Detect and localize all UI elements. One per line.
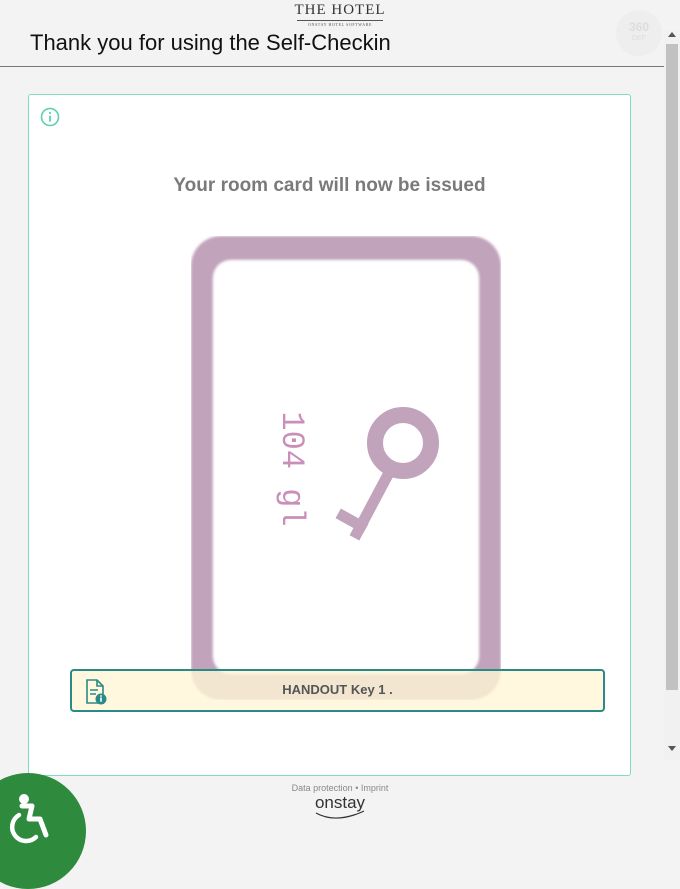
title-divider — [0, 66, 664, 67]
data-protection-link[interactable]: Data protection — [292, 783, 353, 793]
footer: Data protection • Imprint onstay — [0, 783, 680, 820]
onstay-logo: onstay — [314, 793, 366, 812]
scroll-thumb[interactable] — [666, 44, 678, 690]
handout-text: HANDOUT Key 1 . — [282, 682, 393, 697]
room-card-illustration: 104 gl — [191, 236, 501, 700]
handout-notice: HANDOUT Key 1 . — [70, 669, 605, 712]
checkin-panel: Your room card will now be issued 104 gl — [28, 94, 631, 776]
card-room-label: 104 gl — [273, 411, 310, 526]
info-circle-icon[interactable] — [40, 107, 60, 127]
badge-main: 360 — [628, 20, 650, 34]
corner-badge: 360 DEF — [616, 10, 662, 56]
card-face — [213, 260, 479, 674]
card-issue-message: Your room card will now be issued — [173, 175, 486, 196]
logo-divider — [297, 20, 383, 21]
logo-subtitle: ONSTAY HOTEL SOFTWARE — [307, 22, 373, 27]
hotel-logo: THE HOTEL ONSTAY HOTEL SOFTWARE — [0, 0, 680, 27]
scroll-down-arrow[interactable] — [668, 746, 676, 751]
page-title: Thank you for using the Self-Checkin — [30, 30, 391, 55]
logo-title: THE HOTEL — [294, 2, 386, 18]
footer-links: Data protection • Imprint — [0, 783, 680, 793]
badge-sub: DEF — [632, 35, 646, 42]
footer-separator: • — [352, 783, 361, 793]
wheelchair-icon — [9, 794, 49, 844]
vertical-scrollbar[interactable] — [664, 30, 680, 760]
imprint-link[interactable]: Imprint — [361, 783, 389, 793]
scroll-up-arrow[interactable] — [668, 32, 676, 37]
